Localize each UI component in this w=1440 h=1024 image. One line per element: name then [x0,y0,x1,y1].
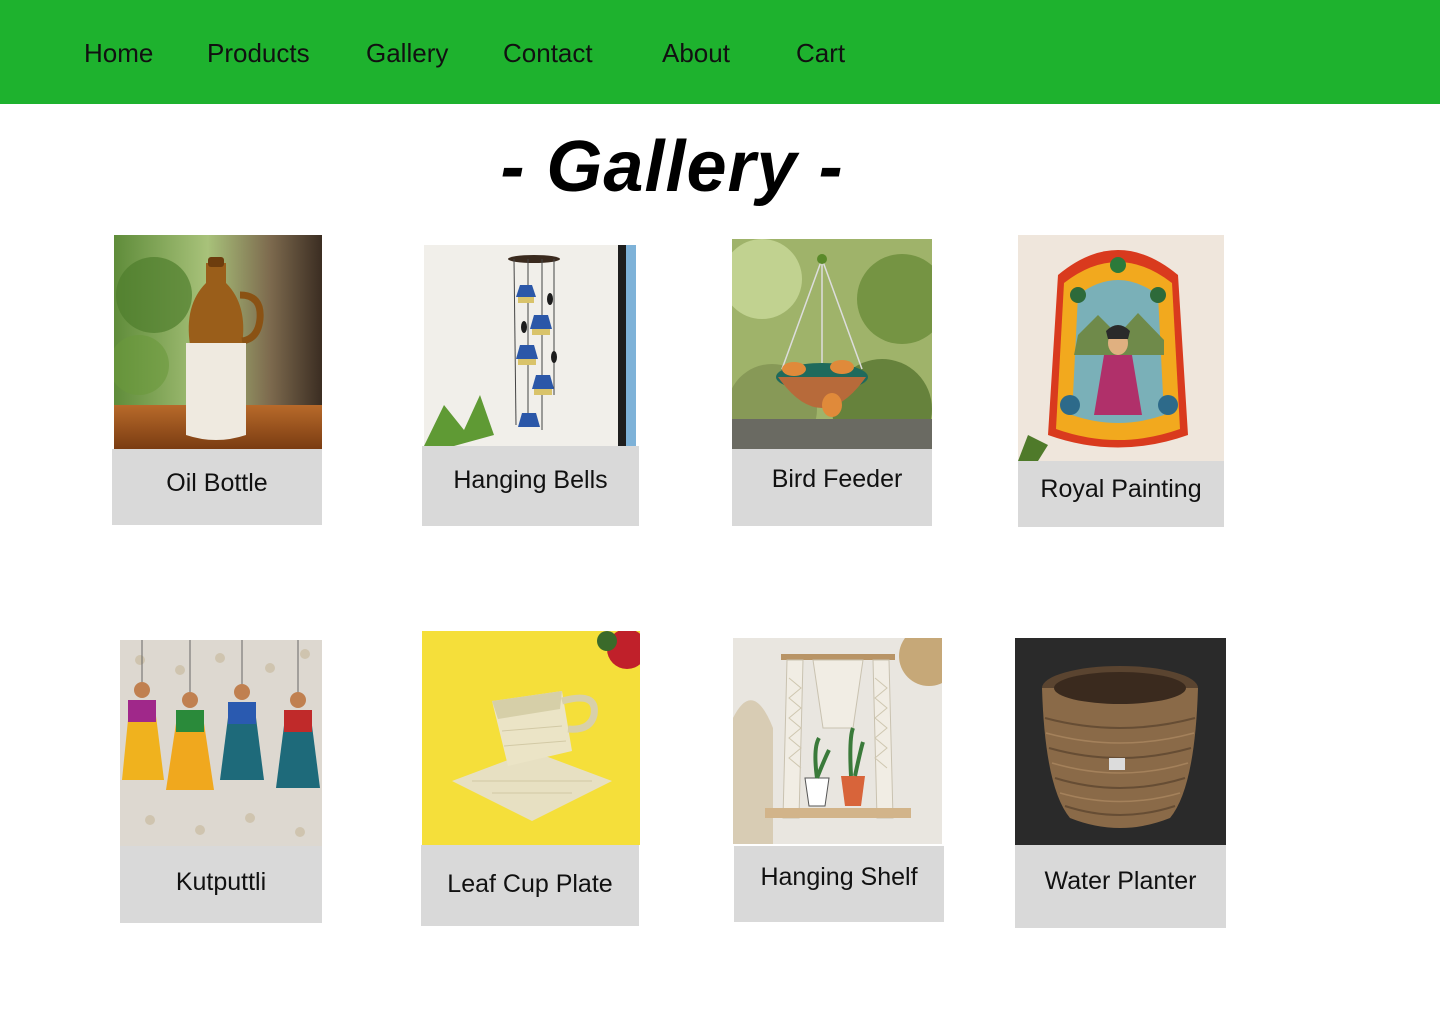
nav-cart-link[interactable]: Cart [796,38,845,69]
hanging-bells-image [424,245,636,446]
gallery-item-title: Kutputtli [175,868,267,896]
water-planter-image [1015,638,1226,845]
gallery-caption: Royal Painting [1018,461,1224,527]
gallery-item-title: Bird Feeder [771,465,903,493]
gallery-item-title: Leaf Cup Plate [447,870,613,898]
gallery-item-title: Hanging Bells [453,466,608,494]
gallery-item-title: Oil Bottle [166,469,268,497]
gallery-caption: Oil Bottle [112,449,322,525]
gallery-item-title: Royal Painting [1040,475,1202,503]
oil-bottle-image [114,235,322,449]
gallery-caption: Hanging Shelf [734,846,944,922]
kutputtli-image [120,640,322,846]
nav-about-link[interactable]: About [662,38,730,69]
nav-products-link[interactable]: Products [207,38,310,69]
royal-painting-image [1018,235,1224,461]
leaf-cup-plate-image [422,631,640,845]
gallery-caption: Water Planter [1015,845,1226,928]
nav-gallery-link[interactable]: Gallery [366,38,448,69]
gallery-caption: Kutputtli [120,846,322,923]
gallery-caption: Hanging Bells [422,446,639,526]
hanging-shelf-image [733,638,942,844]
gallery-item-title: Hanging Shelf [760,863,918,891]
gallery-item-title: Water Planter [1044,867,1197,895]
nav-contact-link[interactable]: Contact [503,38,593,69]
gallery-caption: Leaf Cup Plate [421,845,639,926]
bird-feeder-image [732,239,932,449]
top-navbar: Home Products Gallery Contact About Cart [0,0,1440,104]
nav-home-link[interactable]: Home [84,38,153,69]
gallery-caption: Bird Feeder [732,449,932,526]
page-title: - Gallery - [500,127,844,207]
